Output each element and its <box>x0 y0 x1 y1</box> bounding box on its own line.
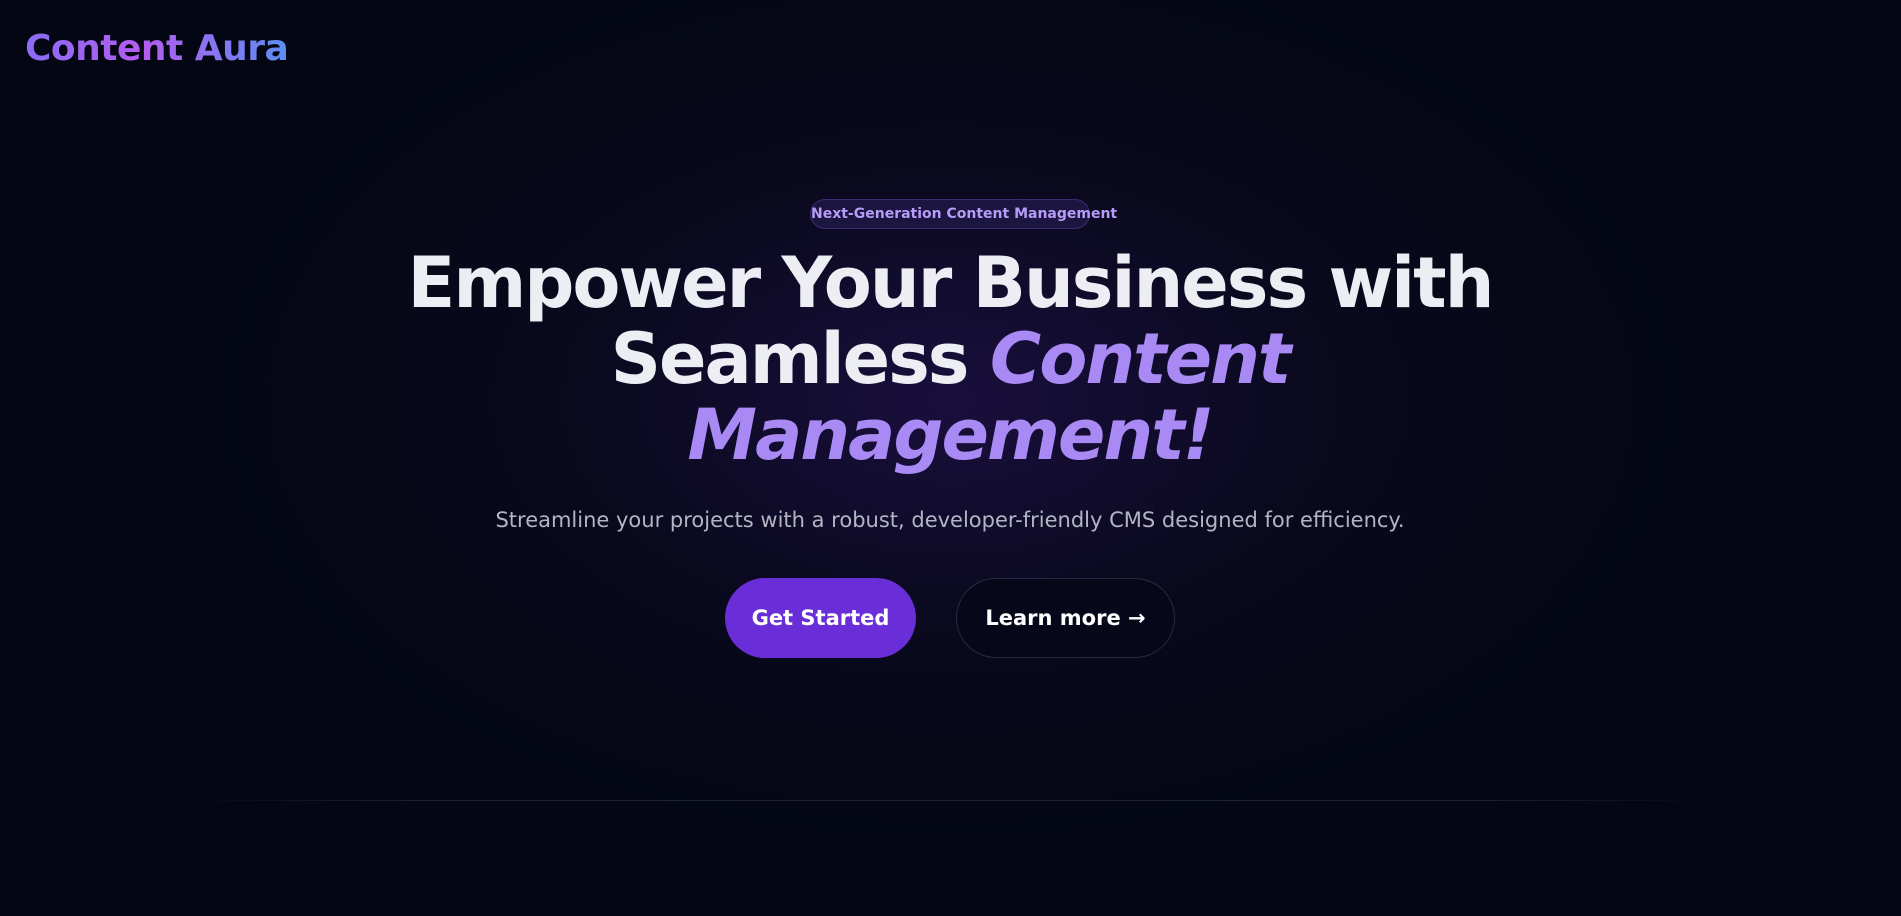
learn-more-button[interactable]: Learn more → <box>956 578 1175 658</box>
section-divider <box>190 800 1710 801</box>
hero-subtitle: Streamline your projects with a robust, … <box>495 508 1405 532</box>
hero-headline: Empower Your Business with Seamless Cont… <box>380 245 1520 473</box>
hero-badge: Next-Generation Content Management <box>810 199 1117 229</box>
get-started-button[interactable]: Get Started <box>725 578 916 658</box>
headline-text: Empower Your Business with Seamless <box>407 242 1495 400</box>
brand-logo[interactable]: Content Aura <box>25 27 289 71</box>
